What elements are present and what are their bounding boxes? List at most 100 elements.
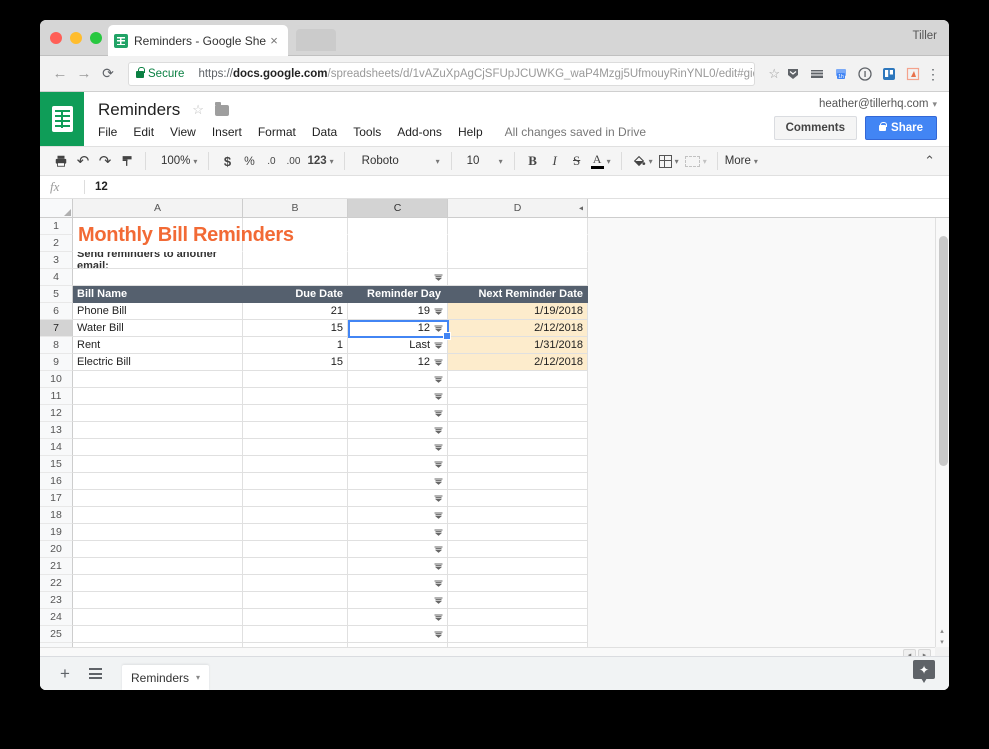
cell-c11[interactable] [348,388,448,405]
cell-d18[interactable] [448,507,588,524]
cell-b25[interactable] [243,626,348,643]
cell-c13[interactable] [348,422,448,439]
dropdown-arrow-icon[interactable] [433,596,444,605]
row-header[interactable]: 22 [40,575,73,592]
dropdown-arrow-icon[interactable] [433,443,444,452]
dropdown-arrow-icon[interactable] [433,477,444,486]
row-header[interactable]: 16 [40,473,73,490]
cell-next-reminder[interactable]: 2/12/2018 [448,354,588,371]
cell-c15[interactable] [348,456,448,473]
dropdown-arrow-icon[interactable] [433,426,444,435]
cell-b11[interactable] [243,388,348,405]
row-header[interactable]: 12 [40,405,73,422]
cell-c18[interactable] [348,507,448,524]
increase-decimal-button[interactable]: .00 [282,150,304,172]
row-header[interactable]: 1 [40,218,73,235]
dropdown-arrow-icon[interactable] [433,511,444,520]
explore-button[interactable]: ✦ [913,660,935,684]
dropdown-arrow-icon[interactable] [433,545,444,554]
cell-d11[interactable] [448,388,588,405]
cell-b24[interactable] [243,609,348,626]
extension-analytics-icon[interactable] [905,66,921,82]
header-cell-next-reminder[interactable]: Next Reminder Date [448,286,588,303]
strikethrough-button[interactable]: S [566,150,588,172]
more-toolbar-button[interactable]: More ▾ [725,155,758,167]
bookmark-star-icon[interactable]: ☆ [768,66,780,82]
bold-button[interactable]: B [522,150,544,172]
sheet-tab-reminders[interactable]: Reminders ▾ [122,664,210,690]
back-icon[interactable]: ← [48,62,72,86]
cell-d22[interactable] [448,575,588,592]
account-email[interactable]: heather@tillerhq.com ▾ [774,92,937,110]
cell-d2[interactable] [448,235,588,252]
cell-c17[interactable] [348,490,448,507]
cell-c12[interactable] [348,405,448,422]
row-header[interactable]: 8 [40,337,73,354]
cell-due-date[interactable]: 1 [243,337,348,354]
select-all-corner[interactable] [40,199,73,217]
cell-a22[interactable] [73,575,243,592]
cell-a12[interactable] [73,405,243,422]
cell-bill-name[interactable]: Rent [73,337,243,354]
cell-a24[interactable] [73,609,243,626]
row-header[interactable]: 14 [40,439,73,456]
dropdown-arrow-icon[interactable] [433,341,444,350]
extension-flag-icon[interactable] [809,66,825,82]
row-header[interactable]: 15 [40,456,73,473]
decrease-decimal-button[interactable]: .0 [260,150,282,172]
cell-a17[interactable] [73,490,243,507]
row-header[interactable]: 13 [40,422,73,439]
cell-a4[interactable] [73,269,243,286]
cell-a19[interactable] [73,524,243,541]
currency-format-button[interactable]: $ [216,150,238,172]
number-format-selector[interactable]: 123 ▾ [304,150,336,172]
cell-b12[interactable] [243,405,348,422]
row-header[interactable]: 11 [40,388,73,405]
menu-view[interactable]: View [162,123,204,141]
cell-a20[interactable] [73,541,243,558]
all-sheets-button[interactable] [80,659,110,689]
cell-next-reminder[interactable]: 1/19/2018 [448,303,588,320]
extension-timer-icon[interactable]: 1h [833,66,849,82]
menu-edit[interactable]: Edit [125,123,162,141]
column-header-d[interactable]: D [448,199,588,217]
cell-reminder-day[interactable]: Last [348,337,448,354]
dropdown-arrow-icon[interactable] [433,613,444,622]
cell-a16[interactable] [73,473,243,490]
row-header[interactable]: 6 [40,303,73,320]
paint-format-icon[interactable] [116,150,138,172]
extension-info-icon[interactable] [857,66,873,82]
menu-tools[interactable]: Tools [345,123,389,141]
scroll-down-icon[interactable]: ▾ [937,637,947,646]
cell-due-date[interactable]: 15 [243,354,348,371]
dropdown-arrow-icon[interactable] [433,375,444,384]
close-window-button[interactable] [50,32,62,44]
cell-c4[interactable] [348,269,448,286]
cell-reminder-day[interactable]: 19 [348,303,448,320]
menu-format[interactable]: Format [250,123,304,141]
row-header[interactable]: 19 [40,524,73,541]
cell-b18[interactable] [243,507,348,524]
cell-d20[interactable] [448,541,588,558]
row-header[interactable]: 17 [40,490,73,507]
row-header[interactable]: 9 [40,354,73,371]
menu-addons[interactable]: Add-ons [389,123,450,141]
dropdown-arrow-icon[interactable] [433,528,444,537]
dropdown-arrow-icon[interactable] [433,562,444,571]
extension-trello-icon[interactable] [881,66,897,82]
sheets-logo-icon[interactable] [40,92,84,146]
dropdown-arrow-icon[interactable] [433,630,444,639]
cell-c19[interactable] [348,524,448,541]
cell-b4[interactable] [243,269,348,286]
add-sheet-button[interactable]: + [50,659,80,689]
header-cell-reminder-day[interactable]: Reminder Day [348,286,448,303]
cell-a14[interactable] [73,439,243,456]
cell-b16[interactable] [243,473,348,490]
cell-reminder-day[interactable]: 12 [348,354,448,371]
dropdown-arrow-icon[interactable] [433,307,444,316]
column-header-a[interactable]: A [73,199,243,217]
cell-a15[interactable] [73,456,243,473]
dropdown-arrow-icon[interactable] [433,409,444,418]
menu-data[interactable]: Data [304,123,345,141]
cell-d3[interactable] [448,252,588,269]
